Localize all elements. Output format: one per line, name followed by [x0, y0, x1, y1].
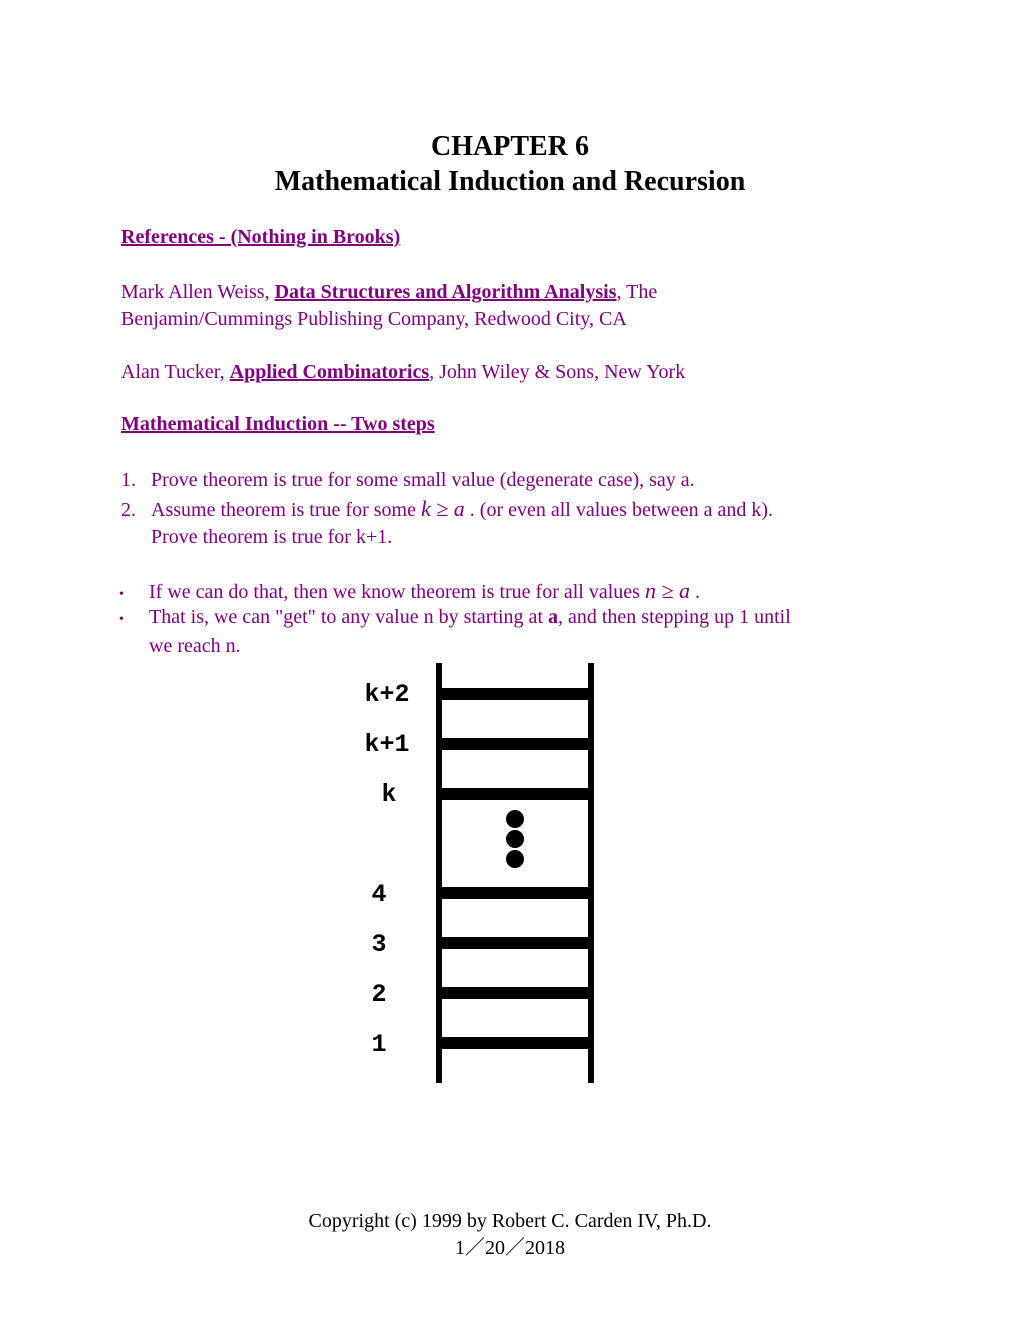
reference-book-link[interactable]: Data Structures and Algorithm Analysis	[275, 281, 617, 303]
bullet-text-after: , and then stepping up 1 until	[558, 606, 791, 628]
ladder-rung	[436, 1037, 594, 1049]
bullet-icon: •	[119, 612, 124, 627]
step-text: Prove theorem is true for some small val…	[151, 469, 695, 491]
bullet-text-after: .	[690, 581, 701, 603]
ellipsis-dot-icon	[506, 850, 524, 868]
step-text-after: . (or even all values between a and k).	[464, 499, 773, 521]
step-2: 2. Assume theorem is true for some k ≥ a …	[121, 495, 921, 551]
math-n-geq-a: n ≥ a	[644, 578, 691, 603]
bullet-bold-a: a	[548, 606, 558, 628]
rung-label: k+1	[364, 730, 410, 759]
step-text: Assume theorem is true for some	[151, 499, 421, 521]
reference-weiss: Mark Allen Weiss, Data Structures and Al…	[121, 279, 901, 333]
bullet-text: If we can do that, then we know theorem …	[149, 581, 645, 603]
ellipsis-dot-icon	[506, 810, 524, 828]
reference-book-link[interactable]: Applied Combinatorics	[230, 361, 429, 383]
ladder-left-rail	[436, 663, 442, 1083]
rung-label: k+2	[364, 680, 410, 709]
ellipsis-dot-icon	[506, 830, 524, 848]
step-number: 1.	[121, 469, 136, 491]
ladder-rung	[436, 788, 594, 800]
bullet-2: • That is, we can "get" to any value n by…	[117, 604, 917, 660]
rung-label: 2	[371, 980, 387, 1009]
rung-label: 3	[371, 930, 387, 959]
step-text-line2: Prove theorem is true for k+1.	[151, 526, 393, 548]
rung-label: k	[381, 780, 397, 809]
reference-publisher: , John Wiley & Sons, New York	[429, 361, 686, 383]
bullet-text-line2: we reach n.	[149, 635, 241, 657]
reference-publisher-line2: Benjamin/Cummings Publishing Company, Re…	[121, 308, 627, 330]
rung-label: 4	[371, 880, 387, 909]
ladder-rung	[436, 688, 594, 700]
ladder-rung	[436, 987, 594, 999]
chapter-title: Mathematical Induction and Recursion	[274, 166, 746, 197]
reference-tucker: Alan Tucker, Applied Combinatorics, John…	[121, 359, 901, 386]
reference-author: Mark Allen Weiss,	[121, 281, 275, 303]
induction-heading[interactable]: Mathematical Induction -- Two steps	[121, 413, 435, 436]
bullet-text: That is, we can "get" to any value n by …	[149, 606, 548, 628]
step-number: 2.	[121, 499, 136, 521]
ladder-rung	[436, 937, 594, 949]
chapter-number: CHAPTER 6	[431, 131, 589, 162]
references-heading[interactable]: References - (Nothing in Brooks)	[121, 226, 400, 249]
reference-author: Alan Tucker,	[121, 361, 230, 383]
footer-date: 1／20／2018	[455, 1237, 565, 1259]
copyright-notice: Copyright (c) 1999 by Robert C. Carden I…	[308, 1210, 712, 1232]
ladder-right-rail	[588, 663, 594, 1083]
rung-label: 1	[371, 1030, 387, 1059]
ladder-rung	[436, 738, 594, 750]
step-1: 1. Prove theorem is true for some small v…	[121, 467, 921, 494]
ladder-rung	[436, 887, 594, 899]
math-k-geq-a: k ≥ a	[420, 496, 465, 521]
reference-publisher: , The	[616, 281, 658, 303]
